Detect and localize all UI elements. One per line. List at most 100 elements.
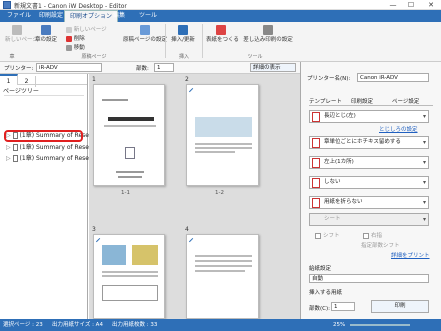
page-number: 4 <box>185 226 189 233</box>
printer-name-select[interactable]: Canon iR-ADV <box>357 73 429 82</box>
detail-print-link[interactable]: 詳細をプリント <box>391 251 430 259</box>
maximize-button[interactable]: ☐ <box>403 0 419 10</box>
chapter-page-settings-button[interactable]: 原稿ページの設定 <box>118 25 172 43</box>
checkbox-icon <box>315 232 321 239</box>
print-button-label: 印刷 <box>394 303 406 309</box>
page-tree-pane: 12 ページツリー ▷ (1章) Summary of Research ▷ (… <box>0 74 102 319</box>
expand-icon[interactable]: ▷ <box>6 155 11 162</box>
move-button[interactable]: 移動 <box>66 43 85 51</box>
staple-position-value: 左上(1カ所) <box>324 159 354 165</box>
menu-file[interactable]: ファイル <box>2 10 36 22</box>
staple-position-select[interactable]: 左上(1カ所) ▾ <box>309 156 429 169</box>
image-block <box>132 245 158 265</box>
page-thumbnail[interactable] <box>93 234 165 319</box>
paper-size-status: 出力用紙サイズ : A4 <box>52 322 103 328</box>
page-icon <box>66 26 72 33</box>
group-label: 挿入 <box>178 54 189 60</box>
page-thumbnail[interactable] <box>93 84 165 186</box>
image-block <box>102 245 126 265</box>
text-line <box>102 275 158 277</box>
fold-select[interactable]: 用紙を折らない ▾ <box>309 196 429 209</box>
paper-source-label: 給紙設定 <box>309 266 332 272</box>
close-button[interactable]: ✕ <box>423 0 439 10</box>
pane-tabs: 12 <box>0 74 87 87</box>
menu-bar: ファイル 印刷設定 印刷オプション 編集 ツール <box>0 10 441 22</box>
text-line <box>118 176 142 178</box>
menu-edit[interactable]: 編集 <box>108 10 130 22</box>
tree-item-label: (1章) Summary of Rese <box>19 155 89 162</box>
chevron-down-icon: ▾ <box>422 113 426 120</box>
ribbon: 新しいページ 章の設定 新しいページ 削除 移動 原稿ページの設定 挿入/更新 … <box>0 22 441 62</box>
page-tree-header: ページツリー <box>3 88 39 95</box>
new-page-small-button[interactable]: 新しいページ <box>66 25 107 33</box>
page-label: 1-1 <box>121 190 130 196</box>
text-line <box>116 171 144 173</box>
page-settings-icon <box>140 25 150 35</box>
copies-label: 部数: <box>136 66 149 72</box>
printer-select[interactable]: iR-ADV <box>36 63 102 72</box>
binding-value: 長辺とじ(左) <box>324 113 356 119</box>
binding-select[interactable]: 長辺とじ(左) ▾ <box>309 110 429 123</box>
page-thumbnail[interactable] <box>186 234 259 319</box>
combined-print-button[interactable]: 差し込み印刷の設定 <box>242 25 294 43</box>
text-line <box>195 265 252 267</box>
chevron-down-icon: ▾ <box>422 159 426 166</box>
tree-item[interactable]: ▷ (1章) Summary of Rese <box>6 143 89 153</box>
copies-input[interactable]: 1 <box>154 63 174 72</box>
divider <box>165 24 166 58</box>
staple-icon <box>312 138 320 148</box>
chapter-settings-button[interactable]: 章の設定 <box>33 25 59 43</box>
checkbox-icon <box>363 232 369 239</box>
tree-item[interactable]: ▷ (1章) Summary of Rese <box>6 154 89 164</box>
app-icon <box>3 1 11 9</box>
cover-icon <box>216 25 226 35</box>
text-line <box>195 260 252 262</box>
highlight-box <box>4 130 83 142</box>
page-thumbnail[interactable] <box>186 84 259 186</box>
show-detail-button[interactable]: 詳細の表示 <box>250 63 296 72</box>
combine-pages-button[interactable]: 表紙をつくる <box>206 25 239 43</box>
chevron-down-icon: ▾ <box>422 199 426 206</box>
copies-input[interactable]: 1 <box>331 302 355 311</box>
tab-page-settings[interactable]: ページ設定 <box>392 97 419 105</box>
insert-update-button[interactable]: 挿入/更新 <box>168 25 198 43</box>
minimize-button[interactable]: — <box>385 0 401 10</box>
page-number: 3 <box>92 226 96 233</box>
tab-1[interactable]: 1 <box>0 74 18 85</box>
staple-mode-select[interactable]: 章単位ごとにホチキス留めする ▾ <box>309 136 429 149</box>
delete-label: 削除 <box>73 36 85 42</box>
menu-tools[interactable]: ツール <box>134 10 162 22</box>
text-line <box>102 99 128 101</box>
right-checkbox[interactable]: 右指 <box>363 231 382 239</box>
margin-settings-link[interactable]: とじしろの設定 <box>379 125 418 133</box>
tab-template[interactable]: テンプレート <box>309 97 342 105</box>
output-count-status: 出力用紙枚数 : 33 <box>112 322 158 328</box>
insert-update-label: 挿入/更新 <box>171 37 195 43</box>
tree-item-label: (1章) Summary of Rese <box>19 144 89 151</box>
page-number: 1 <box>92 76 96 83</box>
punch-select[interactable]: しない ▾ <box>309 176 429 189</box>
page-title-bar <box>108 117 154 121</box>
page-number: 2 <box>185 76 189 83</box>
window-title: 新規文書1 - Canon iW Desktop - Editor <box>14 3 127 10</box>
text-line <box>195 147 252 149</box>
delete-button[interactable]: 削除 <box>66 34 85 42</box>
shift-checkbox[interactable]: シフト <box>315 231 340 239</box>
divider <box>4 95 84 96</box>
shift-count-label: 指定部数シフト <box>361 243 400 249</box>
text-line <box>195 151 235 153</box>
menu-print-settings[interactable]: 印刷設定 <box>34 10 68 22</box>
text-line <box>195 143 252 145</box>
edit-icon <box>188 87 197 96</box>
text-line <box>102 271 158 273</box>
tab-print-settings[interactable]: 印刷設定 <box>351 97 373 105</box>
chapter-icon <box>41 25 51 35</box>
image-block <box>195 117 252 137</box>
print-button[interactable]: 印刷 <box>371 300 429 313</box>
print-settings-pane: プリンター名(N): Canon iR-ADV テンプレート 印刷設定 ページ設… <box>300 62 441 319</box>
paper-source-select[interactable]: 自動 <box>309 274 429 283</box>
new-page-button[interactable]: 新しいページ <box>5 25 38 43</box>
selected-pages-status: 選択ページ : 23 <box>3 322 43 328</box>
zoom-slider[interactable] <box>350 324 410 326</box>
expand-icon[interactable]: ▷ <box>6 144 11 151</box>
